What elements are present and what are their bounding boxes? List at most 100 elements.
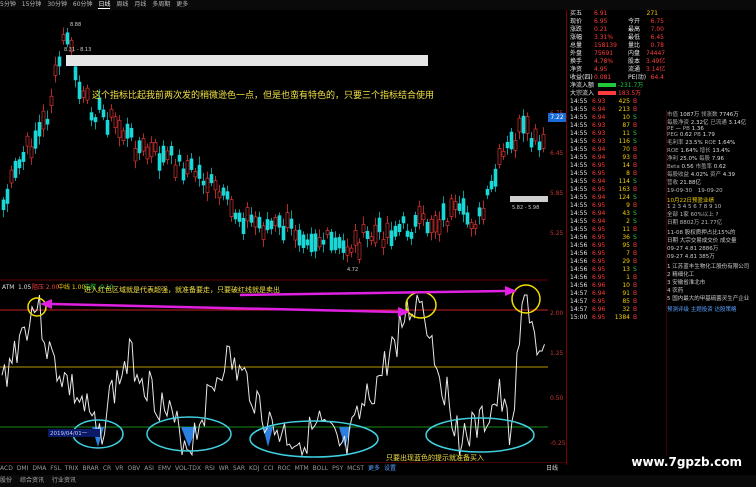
period-30m[interactable]: 30分钟 [47,1,67,8]
candle-body [321,239,326,245]
indicator-tab[interactable]: TRIX [65,465,79,472]
candle-body [77,81,82,100]
fin-tab[interactable]: 达股策略 [715,307,737,313]
candle-body [369,236,374,241]
candle-body [17,159,22,169]
candle-body [541,133,546,149]
company-note: 1 江苏蓝丰生物化工股份有限公司 [667,264,750,270]
bottom-right-period[interactable]: 日线 [546,463,558,475]
indicator-tab[interactable]: CCI [263,465,273,472]
indicator-tab[interactable]: KDJ [249,465,259,472]
ind-y-tick: 1.25 [550,350,564,357]
indicator-tab[interactable]: FSL [50,465,61,472]
status-item[interactable]: 综合资讯 [20,477,44,484]
fin-row: Beta 0.56 市盈率 0.62 [667,164,726,170]
candle-body [173,164,178,178]
quote-row: 总量 158139 量比 0.78 [570,42,664,49]
period-day[interactable]: 日线 [98,1,111,9]
indicator-tab[interactable]: MTM [295,465,309,472]
indicator-tab[interactable]: PSY [332,465,343,472]
indicator-tab[interactable]: CR [103,465,111,472]
candlestick-chart[interactable]: 8.88 8.31 - 8.13 5.82 - 5.98 4.72 这个指标比起… [0,10,548,276]
fin-row: 营收 21.88亿 [667,180,702,186]
candle-body [453,201,458,210]
period-more[interactable]: 更多 [176,1,188,8]
fin-row: 每股净资 2.32亿 已流通 3.14亿 [667,120,747,126]
candle-body [441,203,446,221]
candle-body [421,213,426,221]
indicator-tab[interactable]: WR [219,465,229,472]
company-note: 3 安徽省淮北市 [667,280,706,286]
period-multi[interactable]: 多周期 [152,1,170,8]
fin-tab[interactable]: 主题投资 [691,307,715,313]
period-month[interactable]: 月线 [134,1,146,8]
candle-body [325,230,330,235]
indicator-tab[interactable]: ROC [278,465,291,472]
fin-row: 净利 25.0% 每股 7.96 [667,156,725,162]
indicator-tab[interactable]: OBV [127,465,140,472]
candle-body [193,171,198,178]
candle-body [21,152,26,162]
candle-body [233,212,238,220]
candle-body [277,215,282,228]
candle-body [101,109,106,118]
candle-body [345,246,350,256]
candle-body [225,191,230,200]
candle-body [169,145,174,156]
candle-body [537,141,542,151]
candle-body [297,229,302,246]
quote-row: 收益(四)0.081 PE(动) 64.4 [570,74,664,81]
range-label-top: 8.31 - 8.13 [64,47,91,53]
period-week[interactable]: 周线 [116,1,128,8]
indicator-tab[interactable]: 更多 [368,465,380,472]
indicator-tab[interactable]: DMI [17,465,29,472]
indicator-tab[interactable]: 设置 [384,465,396,472]
candle-body [497,147,502,165]
indicator-tab[interactable]: VR [115,465,123,472]
indicator-tab[interactable]: VOL-TDX [175,465,201,472]
finance-panel: 市值 1087万 领涨数 7746万 每股净资 2.32亿 已流通 3.14亿 PE… [666,110,756,455]
candle-body [49,95,54,107]
candle-body [113,116,118,128]
quote-row: 涨幅 3.31% 最低 6.45 [570,34,664,41]
ind-y-tick: 2.00 [550,310,564,317]
candle-body [397,223,402,233]
y-tick: 6.45 [550,150,564,157]
indicator-tab[interactable]: ACD [0,465,13,472]
indicator-tab[interactable]: BOLL [313,465,328,472]
status-item[interactable]: 行业资讯 [52,477,76,484]
period-5m[interactable]: 5分钟 [0,1,16,8]
candle-body [293,229,298,241]
candle-body [45,118,50,125]
indicator-annotation-bottom: 只要出现蓝色的提示就准备买入 [386,453,484,462]
tick-row: 14:55 6.93 425 B [570,98,638,105]
fin-tab[interactable]: 预测评级 [667,307,691,313]
quote-row: 净资 4.95 流通 3.14亿 [570,66,666,73]
indicator-tab[interactable]: MCST [347,465,364,472]
news-row[interactable]: 日期 8802万 21.77亿 [667,218,756,226]
candle-body [249,214,254,223]
indicator-tab[interactable]: EMV [158,465,171,472]
candle-body [393,225,398,237]
candle-body [157,153,162,171]
atm-indicator-chart[interactable]: ATM 1.05 阻压 2.00 中线 1.00 支撑 -0.10 进入红色区域… [0,277,548,462]
candle-body [213,180,218,191]
period-15m[interactable]: 15分钟 [22,1,42,8]
flow-row: 大宗流入 183.5万 [570,90,642,97]
watermark: www.7gpzb.com [631,455,742,469]
candle-body [465,212,470,225]
indicator-tab[interactable]: BRAR [83,465,99,472]
candle-body [25,135,30,147]
company-note: 2 精细化工 [667,272,695,278]
period-60m[interactable]: 60分钟 [73,1,93,8]
candle-body [405,230,410,237]
indicator-tab[interactable]: ASI [144,465,154,472]
indicator-tab[interactable]: RSI [205,465,215,472]
indicator-tab[interactable]: DMA [32,465,46,472]
indicator-tab[interactable]: SAR [233,465,245,472]
price-marker-right [510,196,548,202]
candle-body [473,224,478,229]
candle-body [37,122,42,137]
news-row[interactable]: 全部 1家 60%以上 ? [667,210,756,218]
status-item[interactable]: 股份 [0,477,12,484]
